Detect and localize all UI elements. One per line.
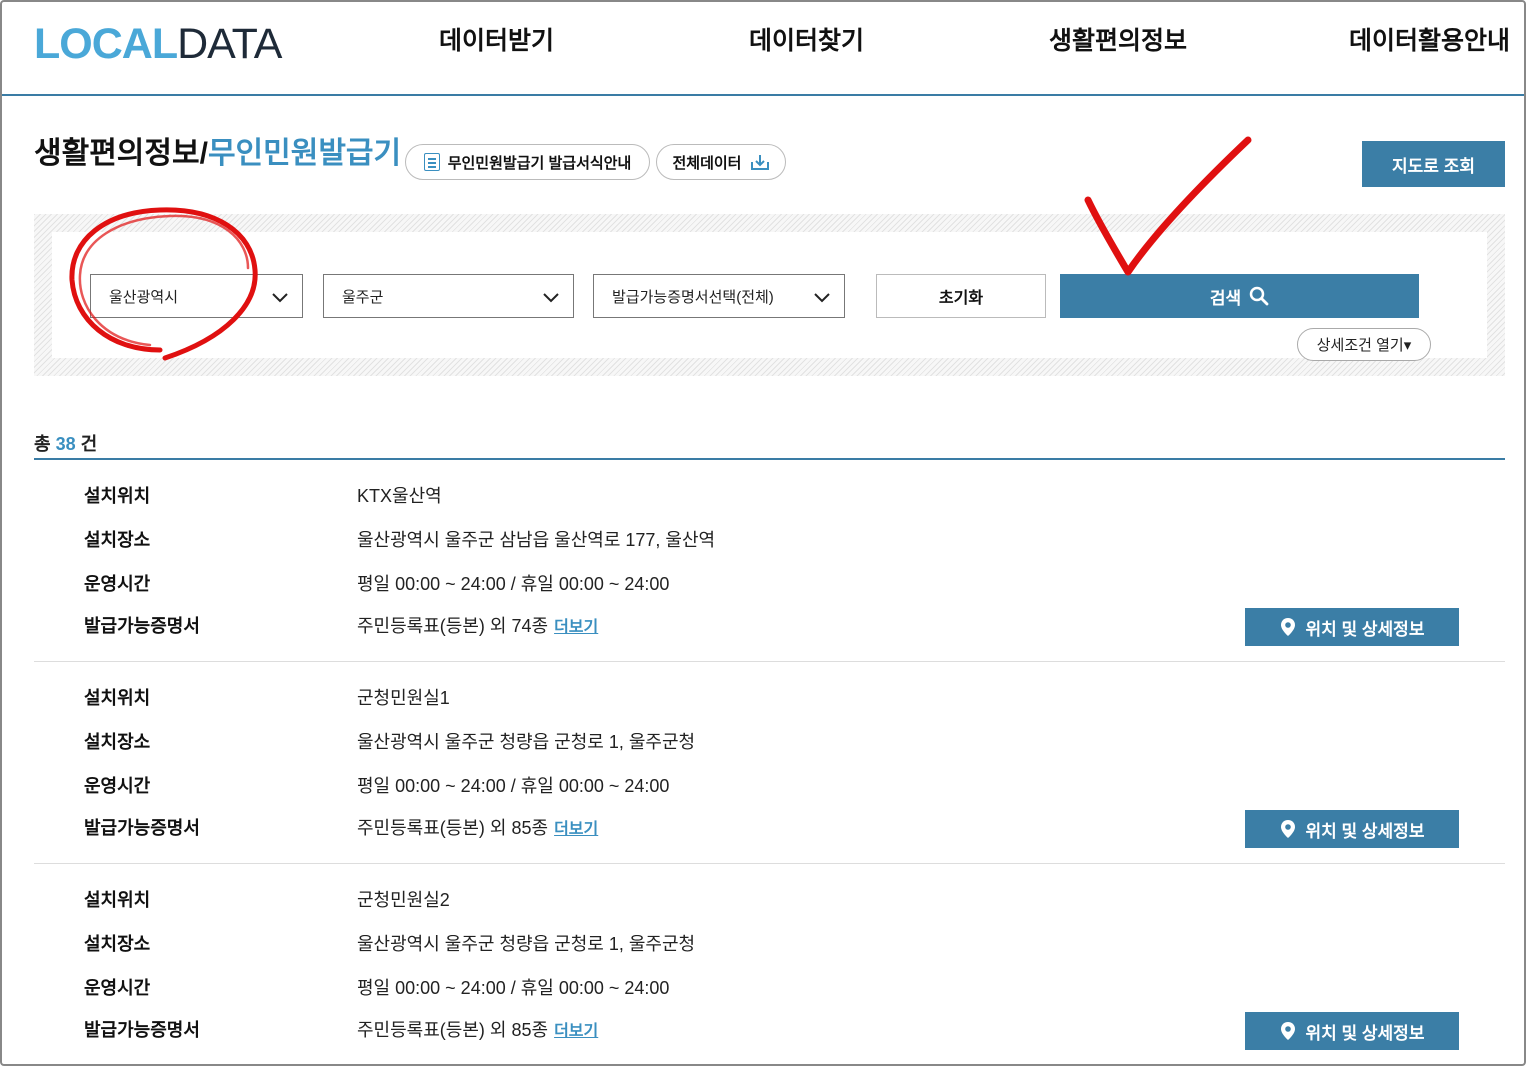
- district-select[interactable]: 울주군: [323, 274, 574, 318]
- value-hours: 평일 00:00 ~ 24:00 / 휴일 00:00 ~ 24:00: [357, 978, 670, 998]
- search-icon: [1249, 286, 1269, 306]
- filter-panel: 울산광역시 울주군 발급가능증명서선택(전체) 초기화 검색 상세조건 열기▾: [34, 214, 1505, 376]
- value-place: 울산광역시 울주군 삼남읍 울산역로 177, 울산역: [357, 530, 716, 550]
- value-place: 울산광역시 울주군 청량읍 군청로 1, 울주군청: [357, 934, 696, 954]
- total-count: 총 38 건: [34, 434, 98, 454]
- value-place: 울산광역시 울주군 청량읍 군청로 1, 울주군청: [357, 732, 696, 752]
- map-pin-icon: [1280, 820, 1295, 838]
- chevron-down-icon: [814, 293, 830, 303]
- list-item: 설치위치 군청민원실2 설치장소 울산광역시 울주군 청량읍 군청로 1, 울주군청…: [34, 864, 1505, 1066]
- more-link[interactable]: 더보기: [554, 1023, 598, 1040]
- certificate-select[interactable]: 발급가능증명서선택(전체): [593, 274, 845, 318]
- value-certs: 주민등록표(등본) 외 85종 더보기: [357, 1020, 599, 1040]
- label-hours: 운영시간: [84, 978, 151, 998]
- label-hours: 운영시간: [84, 574, 151, 594]
- detail-conditions-toggle[interactable]: 상세조건 열기▾: [1297, 328, 1431, 361]
- site-header: LOCALDATA 데이터받기 데이터찾기 생활편의정보 데이터활용안내: [0, 0, 1526, 96]
- value-location: 군청민원실2: [357, 890, 450, 910]
- label-place: 설치장소: [84, 530, 151, 550]
- label-location: 설치위치: [84, 688, 151, 708]
- label-location: 설치위치: [84, 890, 151, 910]
- more-link[interactable]: 더보기: [554, 821, 598, 838]
- filter-panel-inner: 울산광역시 울주군 발급가능증명서선택(전체) 초기화 검색 상세조건 열기▾: [52, 232, 1487, 361]
- nav-item-usage-guide[interactable]: 데이터활용안내: [1349, 26, 1510, 56]
- format-guide-button[interactable]: 무인민원발급기 발급서식안내: [405, 144, 650, 180]
- chevron-down-icon: [272, 293, 288, 303]
- label-certs: 발급가능증명서: [84, 818, 200, 838]
- more-link[interactable]: 더보기: [554, 619, 598, 636]
- nav-item-download[interactable]: 데이터받기: [439, 26, 554, 56]
- region-select[interactable]: 울산광역시: [90, 274, 303, 318]
- location-detail-button[interactable]: 위치 및 상세정보: [1245, 1012, 1459, 1050]
- label-hours: 운영시간: [84, 776, 151, 796]
- label-place: 설치장소: [84, 732, 151, 752]
- download-icon: [750, 155, 769, 170]
- search-button[interactable]: 검색: [1060, 274, 1419, 318]
- result-list: 설치위치 KTX울산역 설치장소 울산광역시 울주군 삼남읍 울산역로 177, 울…: [34, 460, 1505, 1066]
- nav-item-convenience[interactable]: 생활편의정보: [1049, 26, 1187, 56]
- chevron-down-icon: [543, 293, 559, 303]
- page-title: 생활편의정보/무인민원발급기: [34, 137, 402, 170]
- reset-button[interactable]: 초기화: [876, 274, 1046, 318]
- map-view-button[interactable]: 지도로 조회: [1362, 141, 1505, 187]
- value-hours: 평일 00:00 ~ 24:00 / 휴일 00:00 ~ 24:00: [357, 776, 670, 796]
- label-location: 설치위치: [84, 486, 151, 506]
- value-location: 군청민원실1: [357, 688, 450, 708]
- location-detail-button[interactable]: 위치 및 상세정보: [1245, 810, 1459, 848]
- list-item: 설치위치 KTX울산역 설치장소 울산광역시 울주군 삼남읍 울산역로 177, 울…: [34, 460, 1505, 662]
- value-certs: 주민등록표(등본) 외 85종 더보기: [357, 818, 599, 838]
- label-certs: 발급가능증명서: [84, 1020, 200, 1040]
- map-pin-icon: [1280, 618, 1295, 636]
- value-hours: 평일 00:00 ~ 24:00 / 휴일 00:00 ~ 24:00: [357, 574, 670, 594]
- list-item: 설치위치 군청민원실1 설치장소 울산광역시 울주군 청량읍 군청로 1, 울주군청…: [34, 662, 1505, 864]
- nav-item-find[interactable]: 데이터찾기: [749, 26, 864, 56]
- document-icon: [423, 153, 440, 171]
- all-data-download-button[interactable]: 전체데이터: [656, 144, 786, 180]
- location-detail-button[interactable]: 위치 및 상세정보: [1245, 608, 1459, 646]
- value-certs: 주민등록표(등본) 외 74종 더보기: [357, 616, 599, 636]
- label-certs: 발급가능증명서: [84, 616, 200, 636]
- map-pin-icon: [1280, 1022, 1295, 1040]
- value-location: KTX울산역: [357, 486, 442, 506]
- label-place: 설치장소: [84, 934, 151, 954]
- site-logo[interactable]: LOCALDATA: [34, 20, 282, 68]
